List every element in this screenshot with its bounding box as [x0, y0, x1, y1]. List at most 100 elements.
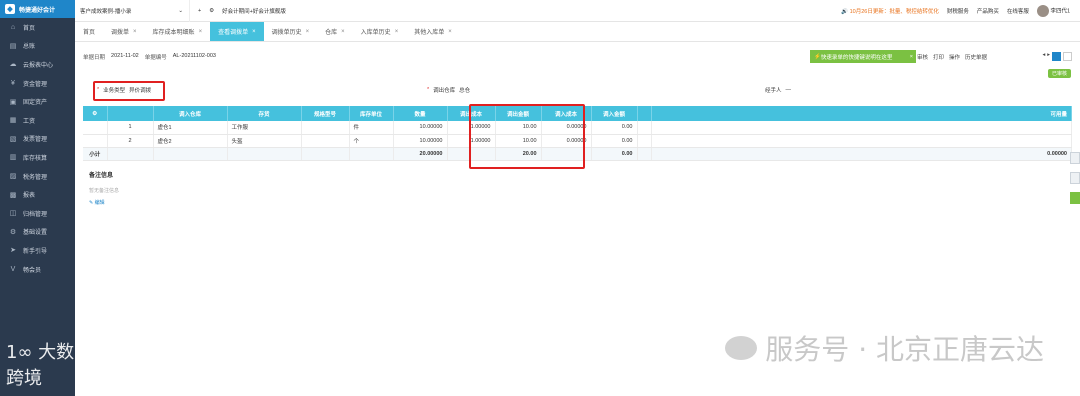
cell-spec[interactable]	[301, 134, 350, 148]
notes-empty: 暂无备注信息	[89, 188, 120, 194]
print-button[interactable]: 打印	[933, 53, 944, 61]
cell-extra[interactable]	[637, 134, 652, 148]
tab-6[interactable]: 入库单历史 ×	[353, 22, 407, 41]
close-icon[interactable]: ×	[448, 29, 452, 35]
tab-5[interactable]: 仓库 ×	[317, 22, 353, 41]
no-value: AL-20211102-003	[172, 53, 216, 59]
close-icon[interactable]: ×	[341, 29, 345, 35]
sidebar-item-5[interactable]: ▦ 工资	[0, 111, 75, 130]
user-menu[interactable]: 李四代1	[1036, 4, 1070, 17]
tab-2[interactable]: 库存成本明细账 ×	[145, 22, 211, 41]
add-button[interactable]: +	[198, 8, 201, 14]
col-item[interactable]: 存货	[227, 106, 302, 121]
sidebar-item-11[interactable]: ⚙ 基础设置	[0, 223, 75, 242]
tab-0[interactable]: 首页	[75, 22, 103, 41]
audit-button[interactable]: 审核	[917, 53, 928, 61]
cell-spec[interactable]	[301, 121, 350, 135]
cell-unit[interactable]: 件	[349, 121, 394, 135]
row-handle[interactable]	[83, 121, 108, 135]
calculator-icon[interactable]	[1070, 172, 1080, 184]
close-icon[interactable]: ×	[306, 29, 310, 35]
cell-extra[interactable]	[637, 121, 652, 135]
tab-bar: 首页 调拨单 × 库存成本明细账 × 查看调拨单 × 调拨单历史 × 仓库 × 入库单历史 × 其他入库单…	[75, 22, 1080, 42]
tab-label: 首页	[83, 30, 96, 36]
col-in-warehouse[interactable]: 调入仓库	[153, 106, 228, 121]
shortcut-toast[interactable]: ⚡ 快速录单的快捷键说明在这里 ×	[810, 50, 916, 63]
link-support[interactable]: 在线客服	[1007, 7, 1029, 15]
memo-icon[interactable]	[1070, 152, 1080, 164]
cell-unit[interactable]: 个	[349, 134, 394, 148]
sidebar-item-12[interactable]: ➤ 新手引导	[0, 241, 75, 260]
cloud-report-icon: ☁	[9, 61, 17, 69]
sidebar-item-13[interactable]: V 畅会员	[0, 260, 75, 279]
sidebar-item-7[interactable]: ▥ 库存核算	[0, 148, 75, 167]
close-icon[interactable]: ×	[395, 29, 399, 35]
guide-icon: ➤	[10, 247, 16, 255]
cell-in-amount[interactable]: 0.00	[591, 121, 638, 135]
gear-icon[interactable]: ⚙	[209, 8, 214, 14]
next-icon[interactable]: ▸	[1047, 52, 1050, 61]
link-tax-service[interactable]: 财税服务	[947, 7, 969, 15]
sidebar-item-3[interactable]: ¥ 资金管理	[0, 74, 75, 93]
col-spec[interactable]: 规格型号	[301, 106, 350, 121]
settings-icon: ⚙	[9, 228, 17, 236]
out-warehouse-field[interactable]: * 调出仓库 总仓	[427, 86, 470, 94]
notes-section: 备注信息 暂无备注信息 ✎ 编辑	[89, 170, 119, 206]
prev-icon[interactable]: ◂	[1042, 52, 1045, 61]
cell-item[interactable]: 头盔	[227, 134, 302, 148]
sidebar-item-8[interactable]: ▨ 税务管理	[0, 167, 75, 186]
cell-available[interactable]	[651, 121, 1072, 135]
handler-field[interactable]: 经手人 —	[765, 86, 791, 94]
cell-qty[interactable]: 10.00000	[393, 121, 448, 135]
close-icon[interactable]: ×	[199, 29, 203, 35]
sidebar-item-9[interactable]: ▩ 报表	[0, 185, 75, 204]
sidebar-item-2[interactable]: ☁ 云报表中心	[0, 55, 75, 74]
notes-edit-link[interactable]: ✎ 编辑	[89, 199, 119, 206]
cell-available[interactable]	[651, 134, 1072, 148]
cell-item[interactable]: 工作服	[227, 121, 302, 135]
sidebar-item-0[interactable]: ⌂ 首页	[0, 18, 75, 37]
close-icon[interactable]: ×	[910, 54, 916, 60]
link-purchase[interactable]: 产品购买	[977, 7, 999, 15]
col-extra[interactable]	[637, 106, 652, 121]
close-icon[interactable]: ×	[252, 29, 256, 35]
company-select[interactable]: 客户成效案例-播小录 ⌄	[75, 0, 190, 22]
app-logo-icon: ◆	[5, 4, 15, 14]
col-unit[interactable]: 库存单位	[349, 106, 394, 121]
grid-view-button[interactable]	[1063, 52, 1072, 61]
tab-4[interactable]: 调拨单历史 ×	[264, 22, 318, 41]
notice-text: 10月26日更新：批量、税控结转优化	[849, 8, 939, 15]
close-icon[interactable]: ×	[133, 29, 137, 35]
col-in-amount[interactable]: 调入金额	[591, 106, 638, 121]
tab-1[interactable]: 调拨单 ×	[103, 22, 145, 41]
col-qty[interactable]: 数量	[393, 106, 448, 121]
sidebar-item-4[interactable]: ▣ 固定资产	[0, 92, 75, 111]
history-button[interactable]: 历史单据	[965, 53, 987, 61]
sidebar-item-label: 云报表中心	[23, 62, 54, 69]
summary-empty	[107, 147, 154, 161]
cell-in-warehouse[interactable]: 虚仓1	[153, 121, 228, 135]
col-available[interactable]: 可用量	[651, 106, 1072, 121]
operate-button[interactable]: 操作	[949, 53, 960, 61]
notice-link[interactable]: 🔊 10月26日更新：批量、税控结转优化	[841, 7, 939, 15]
brand[interactable]: ◆ 畅捷通好会计	[0, 0, 75, 18]
lightning-icon: ⚡	[814, 53, 821, 60]
tab-7[interactable]: 其他入库单 ×	[406, 22, 460, 41]
sidebar-item-10[interactable]: ◫ 归档管理	[0, 204, 75, 223]
home-icon: ⌂	[10, 23, 16, 31]
cell-index[interactable]: 2	[107, 134, 154, 148]
cell-index[interactable]: 1	[107, 121, 154, 135]
list-view-button[interactable]	[1052, 52, 1061, 61]
feedback-icon[interactable]	[1070, 192, 1080, 204]
sidebar-item-6[interactable]: ▧ 发票管理	[0, 130, 75, 149]
tab-label: 调拨单历史	[271, 30, 302, 36]
book-status: 好会计期间+好会计旗舰版	[222, 8, 286, 15]
row-handle[interactable]	[83, 134, 108, 148]
cell-qty[interactable]: 10.00000	[393, 134, 448, 148]
handler-label: 经手人	[765, 88, 782, 94]
sidebar-item-1[interactable]: ▤ 总账	[0, 37, 75, 56]
tab-3[interactable]: 查看调拨单 ×	[210, 22, 264, 41]
row-settings-icon[interactable]: ⚙	[83, 106, 108, 121]
cell-in-amount[interactable]: 0.00	[591, 134, 638, 148]
cell-in-warehouse[interactable]: 虚仓2	[153, 134, 228, 148]
